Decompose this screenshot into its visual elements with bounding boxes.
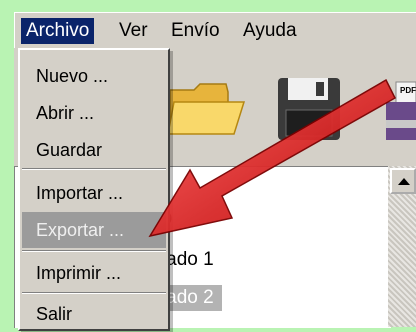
- annotation-arrow: [148, 78, 396, 238]
- application-window: Archivo Ver Envío Ayuda PDF OD artado 1 …: [0, 0, 416, 331]
